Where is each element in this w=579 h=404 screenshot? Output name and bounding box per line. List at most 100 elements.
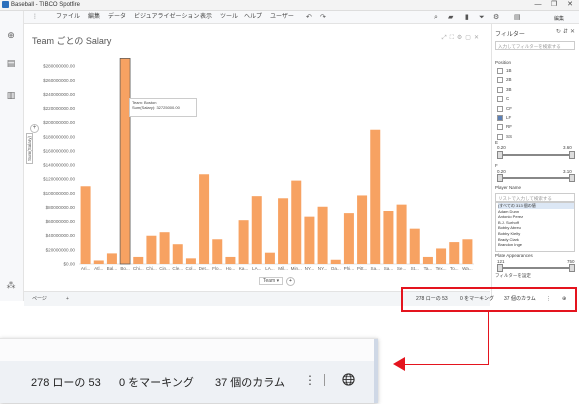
bar[interactable]: [409, 228, 420, 264]
bar[interactable]: [396, 204, 407, 264]
bar[interactable]: [317, 206, 328, 264]
window-title: Baseball - TIBCO Spotfire: [11, 2, 80, 8]
checkbox-icon[interactable]: [497, 124, 503, 131]
range1-slider[interactable]: [497, 151, 575, 159]
filters-panel-icons[interactable]: ↻⇵✕: [556, 28, 577, 35]
position-option[interactable]: 3B: [497, 86, 512, 93]
bar[interactable]: [199, 174, 210, 264]
y-axis-selector[interactable]: Sum(Salary): [26, 132, 33, 164]
x-axis-add-button[interactable]: +: [286, 277, 295, 286]
undo-icon[interactable]: ↶: [306, 12, 312, 24]
bar[interactable]: [291, 180, 302, 264]
position-option[interactable]: C: [497, 96, 509, 103]
bar[interactable]: [146, 235, 157, 264]
bar[interactable]: [159, 232, 170, 264]
x-axis-selector[interactable]: Team ▾: [259, 277, 284, 285]
filter-icon[interactable]: ⏷: [479, 12, 485, 24]
range2-min-handle[interactable]: [497, 174, 503, 182]
checkbox-icon[interactable]: [497, 133, 503, 140]
plate-slider[interactable]: [497, 264, 575, 272]
bar[interactable]: [422, 256, 433, 264]
bookmark-icon[interactable]: ▮: [465, 12, 469, 24]
position-option[interactable]: SS: [497, 133, 512, 140]
add-page-button[interactable]: +: [66, 292, 69, 306]
page-tab[interactable]: ページ: [32, 292, 47, 306]
bar-chart[interactable]: $0.00 $20000000.00 $40000000.00 $60000000.0…: [24, 24, 490, 299]
bar[interactable]: [225, 256, 236, 264]
add-icon[interactable]: ⊕: [5, 29, 17, 41]
bar[interactable]: [278, 198, 289, 264]
bar[interactable]: [304, 216, 315, 264]
menu-view[interactable]: 表示: [200, 11, 212, 23]
data-table-icon[interactable]: ▤: [5, 57, 17, 69]
zoom-more-icon[interactable]: ⋮: [304, 373, 316, 387]
menu-kebab-icon[interactable]: ⋮: [32, 11, 38, 23]
bar[interactable]: [185, 258, 196, 264]
bar[interactable]: [383, 211, 394, 264]
player-listbox[interactable]: (すべての 313 個の値 Adam Dunn Antonio Perez B.J. …: [495, 202, 575, 252]
checkbox-icon[interactable]: [497, 68, 503, 74]
add-filter-button[interactable]: フィルターを設定: [495, 273, 531, 279]
bar[interactable]: [212, 239, 223, 264]
filter-search-input[interactable]: 入力してフィルターを検索する: [495, 41, 575, 50]
save-icon[interactable]: ▤: [514, 12, 521, 24]
y-axis-add-button[interactable]: +: [30, 124, 39, 133]
minimize-button[interactable]: —: [531, 0, 545, 10]
bar[interactable]: [330, 259, 341, 264]
bar[interactable]: [357, 195, 368, 264]
maximize-button[interactable]: ❐: [547, 0, 561, 10]
range1-min-handle[interactable]: [497, 151, 503, 159]
y-tick-label: $140000000.00: [43, 163, 75, 168]
bar[interactable]: [93, 260, 104, 264]
bar[interactable]: [172, 244, 183, 264]
player-search-input[interactable]: リストで入力して検索する: [495, 193, 575, 202]
search-icon[interactable]: ⌕: [434, 12, 438, 24]
bar[interactable]: [370, 129, 381, 264]
position-option[interactable]: RF: [497, 124, 512, 131]
checkbox-icon[interactable]: [497, 77, 503, 84]
bar[interactable]: [133, 256, 144, 264]
bar[interactable]: [251, 196, 262, 264]
checkbox-checked-icon[interactable]: [497, 115, 503, 121]
x-tick-label: Ta...: [424, 266, 433, 271]
settings-icon[interactable]: ⚙: [493, 12, 499, 24]
bar[interactable]: [449, 242, 460, 264]
position-option[interactable]: 1B: [497, 68, 512, 74]
bar[interactable]: [462, 239, 473, 264]
redo-icon[interactable]: ↷: [320, 12, 326, 24]
chat-icon[interactable]: ▰: [448, 12, 453, 24]
close-button[interactable]: ✕: [563, 0, 577, 10]
y-tick-label: $20000000.00: [46, 247, 76, 252]
range1-max: 3.60: [563, 145, 572, 150]
bar[interactable]: [106, 253, 117, 264]
plate-max-handle[interactable]: [569, 264, 575, 272]
menu-help[interactable]: ヘルプ: [244, 11, 262, 23]
bar[interactable]: [436, 248, 447, 264]
menu-file[interactable]: ファイル: [56, 11, 80, 23]
menu-edit[interactable]: 編集: [88, 11, 100, 23]
collaboration-icon[interactable]: ⁂: [5, 279, 17, 291]
menu-data[interactable]: データ: [108, 11, 126, 23]
analytics-icon[interactable]: ▥: [5, 89, 17, 101]
position-option[interactable]: 2B: [497, 77, 512, 84]
menu-tools[interactable]: ツール: [220, 11, 238, 23]
checkbox-icon[interactable]: [497, 86, 503, 93]
menu-visualization[interactable]: ビジュアライゼーション: [134, 11, 199, 23]
player-list-item[interactable]: Brandon Inge: [498, 242, 574, 248]
bar[interactable]: [343, 213, 354, 264]
bar[interactable]: [119, 58, 131, 265]
range2-max-handle[interactable]: [569, 174, 575, 182]
checkbox-icon[interactable]: [497, 105, 503, 112]
position-option[interactable]: LF: [497, 115, 511, 121]
plate-min-handle[interactable]: [497, 264, 503, 272]
bar[interactable]: [264, 252, 275, 264]
bar[interactable]: [80, 186, 91, 264]
range2-slider[interactable]: [497, 174, 575, 182]
position-option[interactable]: CF: [497, 105, 512, 112]
bar[interactable]: [238, 220, 249, 264]
checkbox-icon[interactable]: [497, 96, 503, 103]
position-option-label: 2B: [506, 77, 512, 83]
menu-user[interactable]: ユーザー: [270, 11, 294, 23]
zoom-globe-icon[interactable]: [342, 373, 355, 386]
range1-max-handle[interactable]: [569, 151, 575, 159]
